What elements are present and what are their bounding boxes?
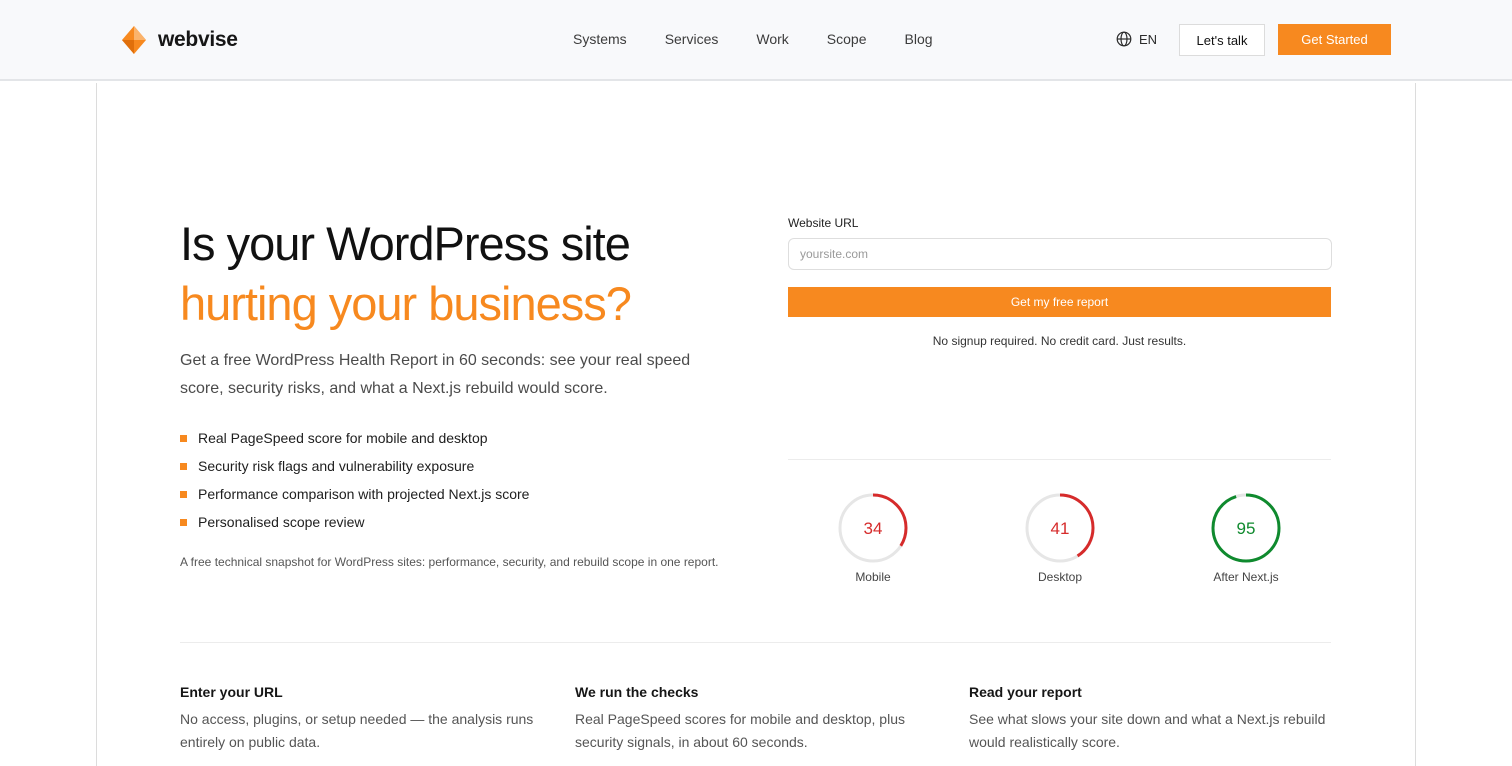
score-ring: 95 [1211,493,1281,563]
checklist-item: Real PageSpeed score for mobile and desk… [180,424,529,452]
step-title: Read your report [969,684,1082,700]
nav-item-systems[interactable]: Systems [573,31,627,47]
score-value: 34 [864,519,883,538]
score-label: Desktop [1037,570,1083,584]
checklist-item-text: Performance comparison with projected Ne… [198,486,530,502]
hero-title: Is your WordPress site hurting your busi… [180,214,632,334]
get-started-button[interactable]: Get Started [1278,24,1391,55]
score-gauge-mobile: 34 Mobile [803,492,943,584]
no-signup-note: No signup required. No credit card. Just… [932,334,1187,348]
language-switcher[interactable]: EN [1116,31,1157,47]
main-nav: Systems Services Work Scope Blog [573,31,933,47]
step-run-checks: We run the checks Real PageSpeed scores … [575,684,955,754]
step-title: We run the checks [575,684,699,700]
step-text: Real PageSpeed scores for mobile and des… [575,711,905,750]
divider [180,642,1331,643]
hero-title-line2: hurting your business? [180,277,632,330]
score-gauge-desktop: 41 Desktop [990,492,1130,584]
webvise-logo-icon [122,26,146,54]
globe-icon [1116,31,1132,47]
step-text: No access, plugins, or setup needed — th… [180,711,534,750]
nav-item-blog[interactable]: Blog [905,31,933,47]
score-label: Mobile [855,570,891,584]
step-title: Enter your URL [180,684,283,700]
score-ring: 41 [1025,493,1095,563]
checklist-item: Personalised scope review [180,508,529,536]
hero-title-line1: Is your WordPress site [180,217,631,270]
checklist-item-text: Security risk flags and vulnerability ex… [198,458,475,474]
nav-item-work[interactable]: Work [756,31,788,47]
bullet-square-icon [180,490,187,498]
bullet-square-icon [180,462,187,470]
score-label: After Next.js [1213,570,1279,584]
checklist-item-text: Personalised scope review [198,514,365,530]
step-enter-url: Enter your URL No access, plugins, or se… [180,684,560,754]
bullet-square-icon [180,518,187,526]
website-url-label: Website URL [788,216,859,230]
nav-item-scope[interactable]: Scope [827,31,867,47]
brand-name: webvise [158,28,238,51]
feature-checklist: Real PageSpeed score for mobile and desk… [180,424,529,536]
divider [788,459,1331,460]
site-header: webvise Systems Services Work Scope Blog… [0,0,1512,81]
checklist-item: Performance comparison with projected Ne… [180,480,529,508]
bullet-square-icon [180,434,187,442]
get-report-button[interactable]: Get my free report [788,287,1331,317]
lets-talk-button[interactable]: Let's talk [1179,24,1265,56]
score-value: 95 [1237,519,1256,538]
checklist-item-text: Real PageSpeed score for mobile and desk… [198,430,488,446]
score-gauge-after-nextjs: 95 After Next.js [1176,492,1316,584]
score-ring: 34 [838,493,908,563]
step-read-report: Read your report See what slows your sit… [969,684,1349,754]
nav-item-services[interactable]: Services [665,31,719,47]
language-code: EN [1139,31,1158,47]
logo-link[interactable]: webvise [122,26,238,54]
hero-subtitle: Get a free WordPress Health Report in 60… [180,352,691,397]
step-text: See what slows your site down and what a… [969,711,1326,750]
score-value: 41 [1051,519,1070,538]
website-url-input[interactable] [788,238,1332,270]
checklist-item: Security risk flags and vulnerability ex… [180,452,529,480]
snapshot-note: A free technical snapshot for WordPress … [180,555,719,569]
